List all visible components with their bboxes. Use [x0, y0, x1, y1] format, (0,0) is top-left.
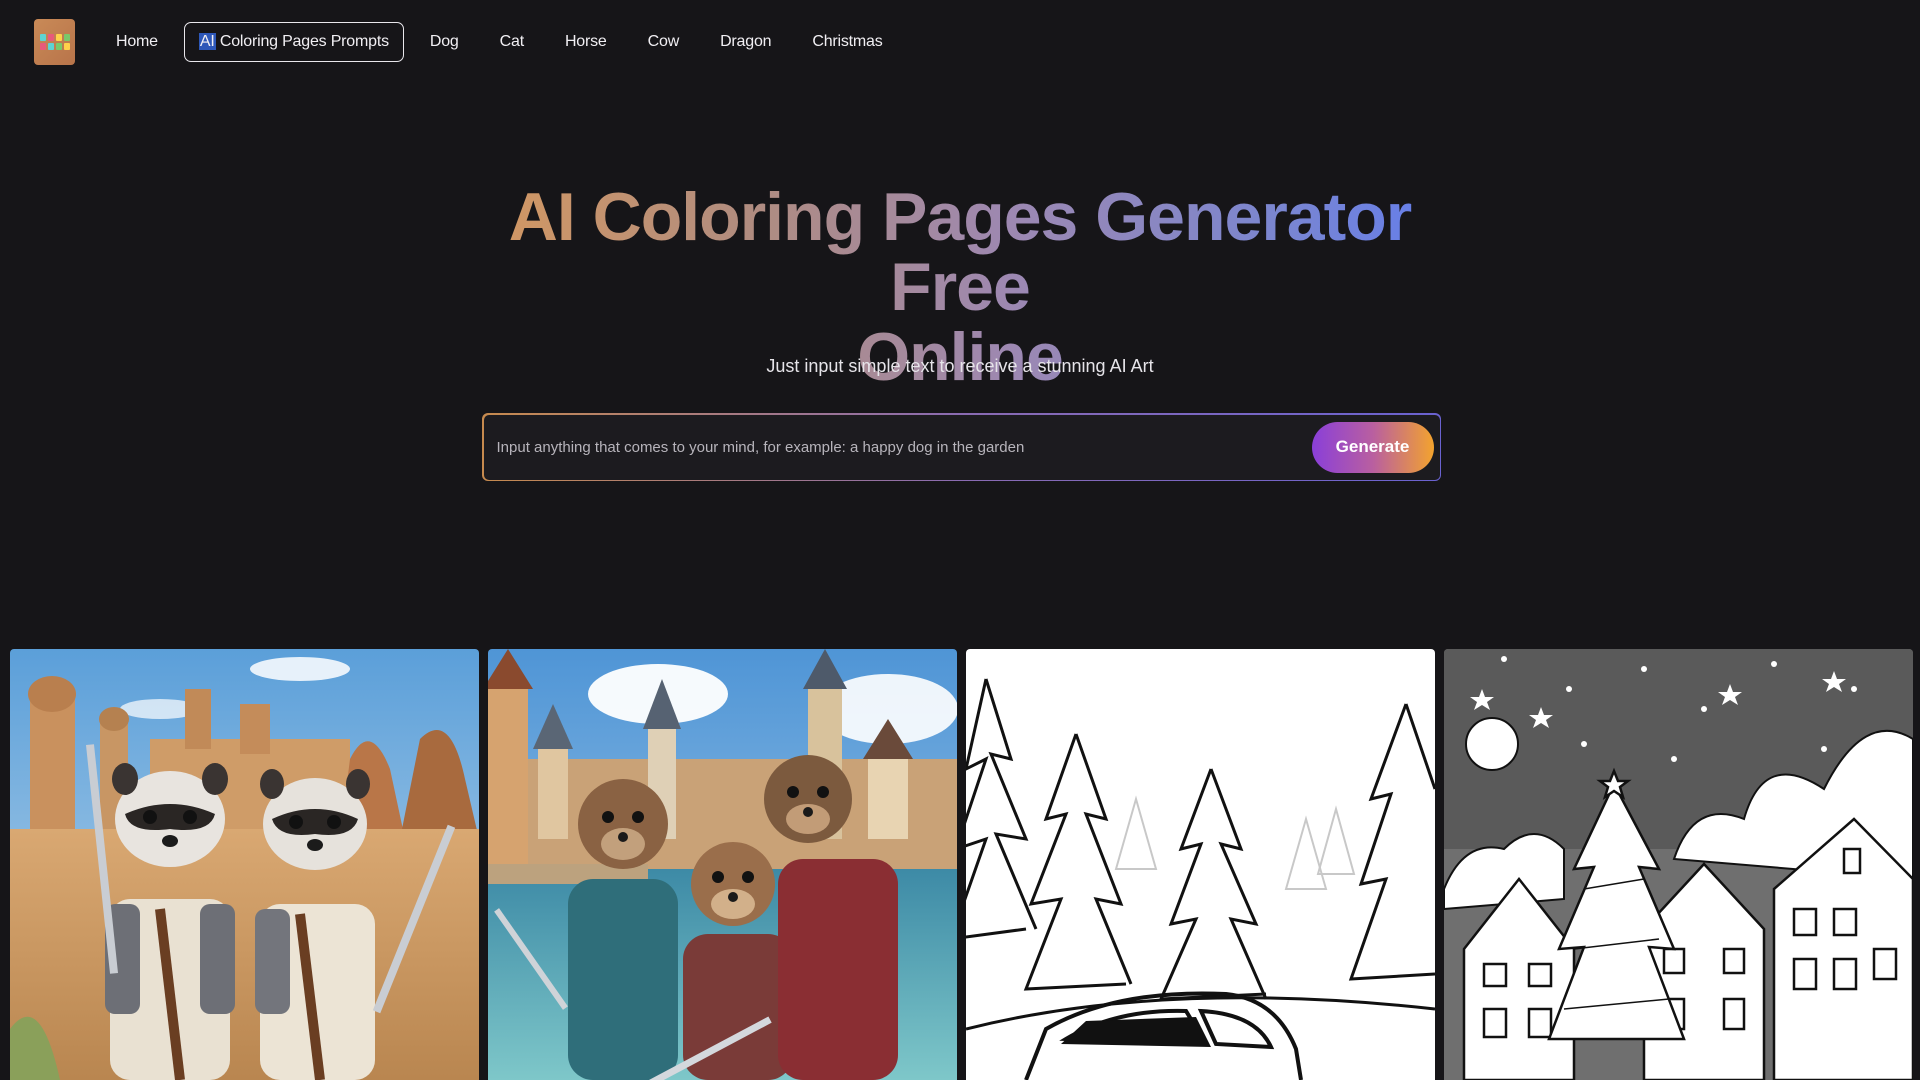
prompt-input[interactable] — [496, 414, 1312, 480]
raccoon-knights-image — [10, 649, 479, 1080]
gallery-card-raccoon-knights[interactable] — [10, 649, 479, 1080]
page: Home AI Coloring Pages Prompts Dog Cat H… — [0, 0, 1920, 1080]
gallery-card-otter-warriors[interactable] — [488, 649, 957, 1080]
nav-item-cow[interactable]: Cow — [633, 22, 694, 62]
generate-button[interactable]: Generate — [1311, 421, 1434, 473]
nav-item-horse[interactable]: Horse — [550, 22, 622, 62]
logo-mark — [39, 31, 70, 53]
christmas-village-image — [1444, 649, 1913, 1080]
nav-item-ai-coloring-pages-prompts[interactable]: AI Coloring Pages Prompts — [183, 22, 404, 62]
nav-item-christmas[interactable]: Christmas — [797, 22, 897, 62]
prompt-box: Generate — [482, 413, 1441, 481]
nav-item-cat[interactable]: Cat — [485, 22, 539, 62]
nav-item-dragon[interactable]: Dragon — [705, 22, 786, 62]
otter-warriors-image — [488, 649, 957, 1080]
top-nav: Home AI Coloring Pages Prompts Dog Cat H… — [0, 0, 1920, 84]
gallery-card-pine-trees-car[interactable] — [966, 649, 1435, 1080]
site-logo[interactable] — [34, 19, 75, 65]
nav-item-dog[interactable]: Dog — [415, 22, 474, 62]
gallery — [10, 649, 1913, 1080]
gallery-card-christmas-village[interactable] — [1444, 649, 1913, 1080]
hero-subtitle: Just input simple text to receive a stun… — [766, 356, 1154, 376]
nav-menu: Home AI Coloring Pages Prompts Dog Cat H… — [101, 22, 909, 62]
pine-trees-car-image — [966, 649, 1435, 1080]
nav-item-selected-text: AI — [198, 33, 216, 50]
nav-item-home[interactable]: Home — [101, 22, 173, 62]
nav-item-label-rest: Coloring Pages Prompts — [215, 33, 389, 50]
page-title-line-1: AI Coloring Pages Generator Free — [508, 179, 1412, 325]
prompt-box-inner: Generate — [483, 414, 1440, 480]
